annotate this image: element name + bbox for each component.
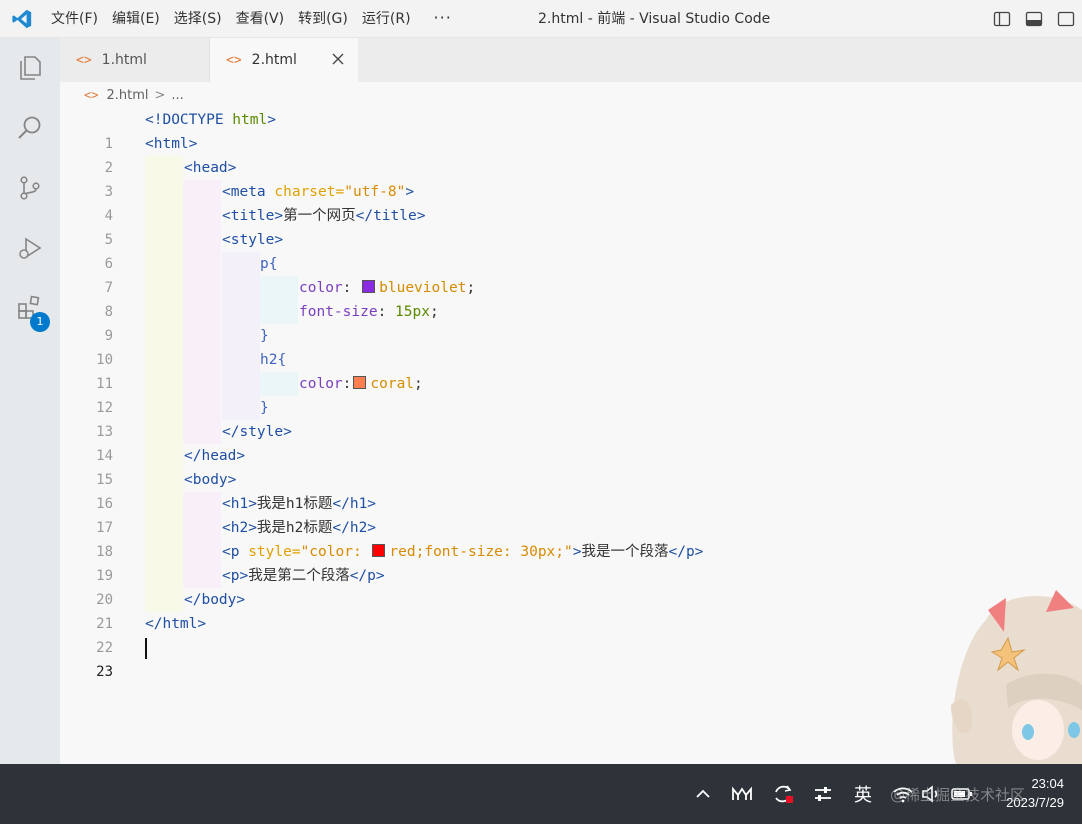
- show-hidden-icons-icon[interactable]: [688, 764, 718, 824]
- menu-view[interactable]: 查看(V): [229, 0, 292, 38]
- breadcrumb-symbols[interactable]: ...: [171, 88, 183, 103]
- code-line-active: 23: [60, 636, 1082, 680]
- code-line: 7 p{: [60, 252, 1082, 296]
- title-bar: 文件(F) 编辑(E) 选择(S) 查看(V) 转到(G) 运行(R) ··· …: [0, 0, 1082, 38]
- code-line: 18 <h2>我是h2标题</h2>: [60, 516, 1082, 560]
- extensions-badge: 1: [30, 312, 50, 332]
- vscode-logo-icon: [0, 0, 44, 38]
- menu-file[interactable]: 文件(F): [44, 0, 105, 38]
- source-control-icon[interactable]: [0, 158, 60, 218]
- code-line: 9 font-size: 15px;: [60, 300, 1082, 344]
- toggle-panel-icon[interactable]: [1018, 0, 1050, 38]
- input-method-indicator[interactable]: 英: [848, 764, 878, 824]
- menu-edit[interactable]: 编辑(E): [105, 0, 167, 38]
- extensions-icon[interactable]: 1: [0, 278, 60, 338]
- code-line: 11 h2{: [60, 348, 1082, 392]
- code-line: 21 </body>: [60, 588, 1082, 632]
- breadcrumb: <> 2.html > ...: [60, 82, 1082, 108]
- search-icon[interactable]: [0, 98, 60, 158]
- layout-controls: [986, 0, 1082, 38]
- code-line: 15 </head>: [60, 444, 1082, 488]
- explorer-icon[interactable]: [0, 38, 60, 98]
- toggle-sidebar-icon[interactable]: [986, 0, 1018, 38]
- watermark: @稀土掘金技术社区: [890, 786, 1026, 804]
- settings-sliders-icon[interactable]: [808, 764, 838, 824]
- html-file-icon: <>: [226, 52, 242, 68]
- activity-bar: 1: [0, 38, 60, 764]
- code-line: 1 <!DOCTYPE html>: [60, 108, 1082, 152]
- menu-go[interactable]: 转到(G): [291, 0, 355, 38]
- toggle-secondary-sidebar-icon[interactable]: [1050, 0, 1082, 38]
- tab-label: 2.html: [251, 52, 297, 68]
- code-line: 16 <body>: [60, 468, 1082, 512]
- text-cursor: [145, 638, 147, 659]
- tab-label: 1.html: [101, 52, 147, 68]
- code-line: 12 color: coral;: [60, 372, 1082, 416]
- run-debug-icon[interactable]: [0, 218, 60, 278]
- code-line: 13 }: [60, 396, 1082, 440]
- code-line: 20 <p>我是第二个段落</p>: [60, 564, 1082, 608]
- code-line: 6 <style>: [60, 228, 1082, 272]
- menu-run[interactable]: 运行(R): [355, 0, 418, 38]
- code-line: 17 <h1>我是h1标题</h1>: [60, 492, 1082, 536]
- menu-more-button[interactable]: ···: [424, 0, 462, 38]
- menu-selection[interactable]: 选择(S): [167, 0, 229, 38]
- breadcrumb-file[interactable]: 2.html: [106, 88, 148, 103]
- sync-icon[interactable]: [768, 764, 798, 824]
- code-line: 10 }: [60, 324, 1082, 368]
- line-number: 23: [96, 664, 113, 680]
- code-line: 19 <p style="color: red;font-size: 30px;…: [60, 540, 1082, 584]
- menu-bar: 文件(F) 编辑(E) 选择(S) 查看(V) 转到(G) 运行(R) ···: [44, 0, 462, 38]
- html-file-icon: <>: [76, 52, 92, 68]
- code-line: 14 </style>: [60, 420, 1082, 464]
- code-line: 22 </html>: [60, 612, 1082, 656]
- app-tray-icon[interactable]: [727, 764, 757, 824]
- breadcrumb-separator: >: [154, 87, 166, 103]
- code-line: 5 <title>第一个网页</title>: [60, 204, 1082, 248]
- code-line: 2 <html>: [60, 132, 1082, 176]
- tab-2-html[interactable]: <> 2.html: [210, 38, 358, 82]
- color-swatch-blueviolet[interactable]: [362, 280, 376, 293]
- html-file-icon: <>: [84, 88, 99, 102]
- color-swatch-red[interactable]: [372, 544, 386, 557]
- code-line: 3 <head>: [60, 156, 1082, 200]
- close-icon[interactable]: [328, 49, 348, 69]
- tab-bar: <> 1.html <> 2.html: [60, 38, 1082, 82]
- mascot-illustration: [946, 590, 1082, 764]
- tab-1-html[interactable]: <> 1.html: [60, 38, 210, 82]
- code-editor[interactable]: 1 <!DOCTYPE html> 2 <html> 3 <head> 4 <m…: [60, 108, 1082, 764]
- window-title: 2.html - 前端 - Visual Studio Code: [538, 11, 771, 27]
- code-line: 8 color: blueviolet;: [60, 276, 1082, 320]
- code-line: 4 <meta charset="utf-8">: [60, 180, 1082, 224]
- color-swatch-coral[interactable]: [353, 376, 367, 389]
